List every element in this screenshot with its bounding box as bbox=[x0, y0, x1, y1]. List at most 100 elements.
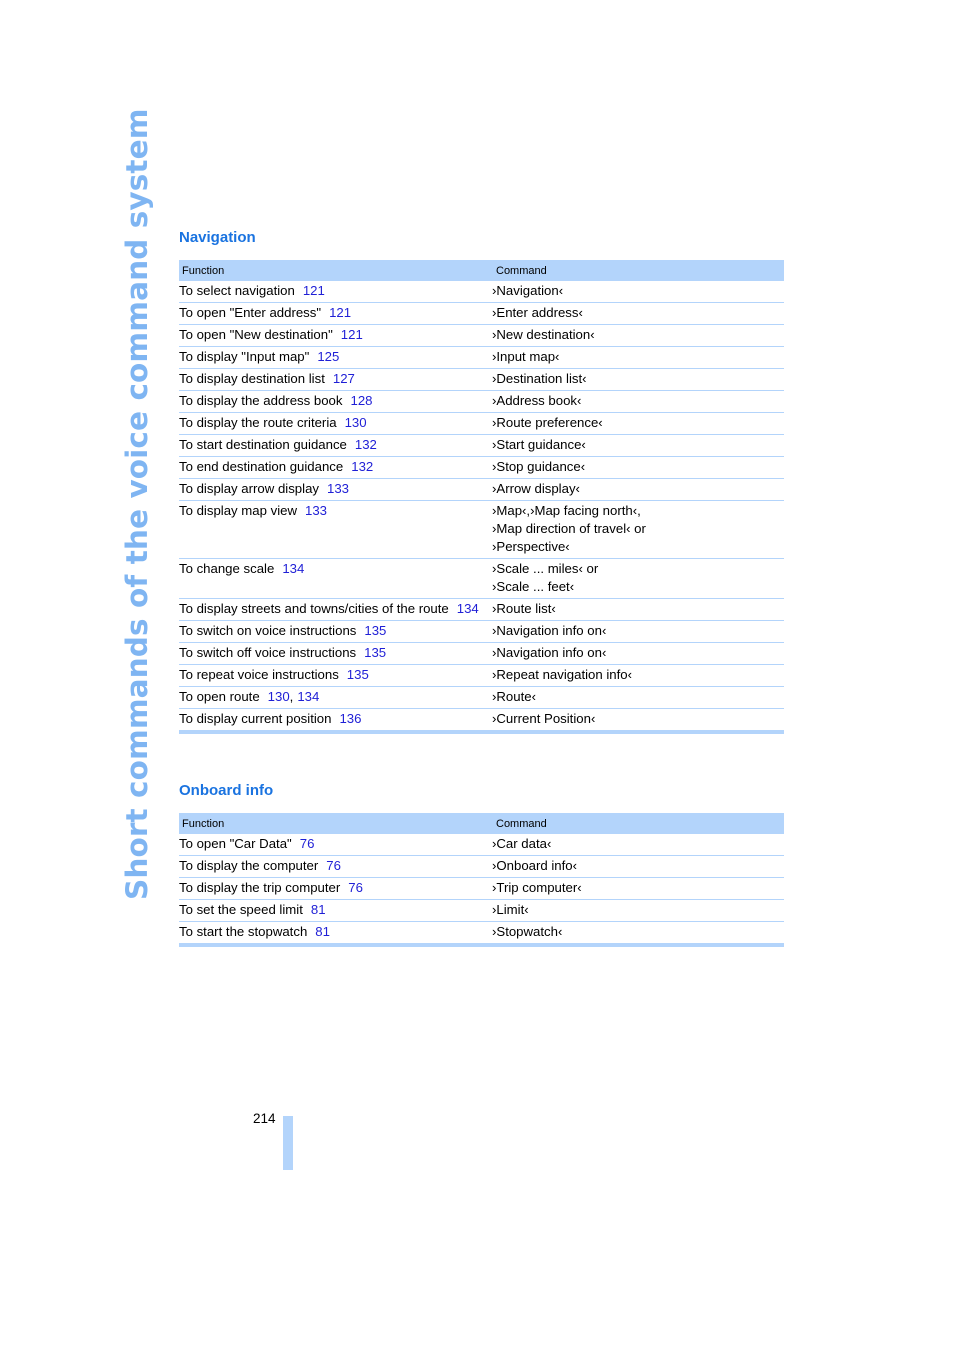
table-row: To start the stopwatch 81 ›Stopwatch‹ bbox=[179, 921, 784, 947]
command-cell: ›Route preference‹ bbox=[491, 412, 784, 435]
function-cell: To display current position 136 bbox=[179, 708, 491, 734]
function-text: To display the route criteria bbox=[179, 415, 337, 430]
page-reference-link[interactable]: 127 bbox=[333, 371, 355, 386]
table-row: To display destination list 127 ›Destinati… bbox=[179, 368, 784, 391]
function-cell: To display streets and towns/cities of t… bbox=[179, 598, 491, 621]
page-reference-link[interactable]: 121 bbox=[341, 327, 363, 342]
section-title-onboard-info: Onboard info bbox=[179, 782, 274, 799]
table-row: To repeat voice instructions 135 ›Repeat n… bbox=[179, 664, 784, 687]
table-row: To display streets and towns/cities of t… bbox=[179, 598, 784, 621]
table-row: To open "Enter address" 121 ›Enter address… bbox=[179, 302, 784, 325]
function-cell: To switch on voice instructions 135 bbox=[179, 620, 491, 643]
page-reference-link[interactable]: 133 bbox=[327, 481, 349, 496]
command-cell: ›New destination‹ bbox=[491, 324, 784, 347]
function-text: To change scale bbox=[179, 561, 275, 576]
column-header-command: Command bbox=[491, 813, 784, 834]
function-cell: To display map view 133 bbox=[179, 500, 491, 559]
page-reference-link[interactable]: 134 bbox=[297, 689, 319, 704]
page-reference-link[interactable]: 130 bbox=[268, 689, 290, 704]
table-header-row: Function Command bbox=[179, 260, 784, 281]
page-reference-link[interactable]: 136 bbox=[339, 711, 361, 726]
command-cell: ›Onboard info‹ bbox=[491, 855, 784, 878]
page-reference-link[interactable]: 135 bbox=[364, 645, 386, 660]
page-reference-link[interactable]: 76 bbox=[300, 836, 315, 851]
navigation-commands-table: Function Command To select navigation 121… bbox=[179, 260, 784, 734]
function-text: To switch off voice instructions bbox=[179, 645, 357, 660]
table-row: To select navigation 121 ›Navigation‹ bbox=[179, 281, 784, 303]
command-cell: ›Route‹ bbox=[491, 686, 784, 709]
column-header-function: Function bbox=[179, 813, 491, 834]
voice-command-text: ›Onboard info‹ bbox=[492, 858, 578, 873]
function-cell: To start the stopwatch 81 bbox=[179, 921, 491, 947]
function-cell: To display the address book 128 bbox=[179, 390, 491, 413]
command-cell: ›Stop guidance‹ bbox=[491, 456, 784, 479]
table-header-row: Function Command bbox=[179, 813, 784, 834]
voice-command-text: ›Destination list‹ bbox=[492, 371, 587, 386]
voice-command-text: ›Navigation info on‹ bbox=[492, 623, 607, 638]
page-reference-link[interactable]: 81 bbox=[311, 902, 326, 917]
page-number: 214 bbox=[253, 1111, 276, 1126]
page-reference-link[interactable]: 134 bbox=[282, 561, 304, 576]
command-cell: ›Navigation info on‹ bbox=[491, 642, 784, 665]
voice-command-text: ›Arrow display‹ bbox=[492, 481, 580, 496]
voice-command-text: ›Car data‹ bbox=[492, 836, 552, 851]
side-chapter-title: Short commands of the voice command syst… bbox=[120, 108, 154, 900]
function-cell: To repeat voice instructions 135 bbox=[179, 664, 491, 687]
function-text: To display streets and towns/cities of t… bbox=[179, 601, 449, 616]
function-cell: To start destination guidance 132 bbox=[179, 434, 491, 457]
page-reference-link[interactable]: 130 bbox=[345, 415, 367, 430]
voice-command-text: ›Map direction of travel‹ or bbox=[492, 521, 646, 536]
page-reference-link[interactable]: 125 bbox=[317, 349, 339, 364]
voice-command-text: ›Enter address‹ bbox=[492, 305, 583, 320]
function-text: To display the address book bbox=[179, 393, 343, 408]
voice-command-text: ›Start guidance‹ bbox=[492, 437, 586, 452]
function-text: To switch on voice instructions bbox=[179, 623, 357, 638]
page-reference-link[interactable]: 132 bbox=[355, 437, 377, 452]
page-reference-link[interactable]: 134 bbox=[457, 601, 479, 616]
table-row: To change scale 134 ›Scale ... miles‹ or ›S… bbox=[179, 558, 784, 599]
command-cell: ›Arrow display‹ bbox=[491, 478, 784, 501]
function-text: To open "Car Data" bbox=[179, 836, 292, 851]
voice-command-text: ›Trip computer‹ bbox=[492, 880, 582, 895]
voice-command-text: ›Current Position‹ bbox=[492, 711, 596, 726]
page-reference-link[interactable]: 133 bbox=[305, 503, 327, 518]
table-row: To switch on voice instructions 135 ›Navig… bbox=[179, 620, 784, 643]
function-cell: To display the trip computer 76 bbox=[179, 877, 491, 900]
function-cell: To display "Input map" 125 bbox=[179, 346, 491, 369]
table-row: To start destination guidance 132 ›Start g… bbox=[179, 434, 784, 457]
function-text: To open route bbox=[179, 689, 260, 704]
page-reference-link[interactable]: 128 bbox=[350, 393, 372, 408]
function-cell: To open route 130, 134 bbox=[179, 686, 491, 709]
table-row: To display the route criteria 130 ›Route p… bbox=[179, 412, 784, 435]
function-cell: To display arrow display 133 bbox=[179, 478, 491, 501]
page-reference-link[interactable]: 132 bbox=[351, 459, 373, 474]
page-reference-link[interactable]: 121 bbox=[303, 283, 325, 298]
command-cell: ›Map‹,›Map facing north‹, ›Map direction … bbox=[491, 500, 784, 559]
command-cell: ›Limit‹ bbox=[491, 899, 784, 922]
function-text: To start destination guidance bbox=[179, 437, 347, 452]
onboard-info-commands-table: Function Command To open "Car Data" 76 ›Ca… bbox=[179, 813, 784, 947]
table-row: To display the trip computer 76 ›Trip comp… bbox=[179, 877, 784, 900]
voice-command-text: ›Stopwatch‹ bbox=[492, 924, 563, 939]
voice-command-text: ›Navigation‹ bbox=[492, 283, 564, 298]
function-cell: To display the computer 76 bbox=[179, 855, 491, 878]
function-cell: To open "Car Data" 76 bbox=[179, 834, 491, 856]
voice-command-text: ›Address book‹ bbox=[492, 393, 582, 408]
function-cell: To open "Enter address" 121 bbox=[179, 302, 491, 325]
page-reference-link[interactable]: 76 bbox=[326, 858, 341, 873]
page-reference-link[interactable]: 135 bbox=[364, 623, 386, 638]
page-reference-link[interactable]: 76 bbox=[348, 880, 363, 895]
page-reference-link[interactable]: 135 bbox=[347, 667, 369, 682]
command-cell: ›Navigation‹ bbox=[491, 281, 784, 303]
table-row: To display arrow display 133 ›Arrow displa… bbox=[179, 478, 784, 501]
function-cell: To end destination guidance 132 bbox=[179, 456, 491, 479]
function-text: To set the speed limit bbox=[179, 902, 303, 917]
voice-command-text: ›Route preference‹ bbox=[492, 415, 603, 430]
table-row: To open "Car Data" 76 ›Car data‹ bbox=[179, 834, 784, 856]
function-cell: To display destination list 127 bbox=[179, 368, 491, 391]
page-reference-link[interactable]: 81 bbox=[315, 924, 330, 939]
page-reference-link[interactable]: 121 bbox=[329, 305, 351, 320]
function-text: To open "New destination" bbox=[179, 327, 333, 342]
function-text: To display arrow display bbox=[179, 481, 319, 496]
function-cell: To set the speed limit 81 bbox=[179, 899, 491, 922]
